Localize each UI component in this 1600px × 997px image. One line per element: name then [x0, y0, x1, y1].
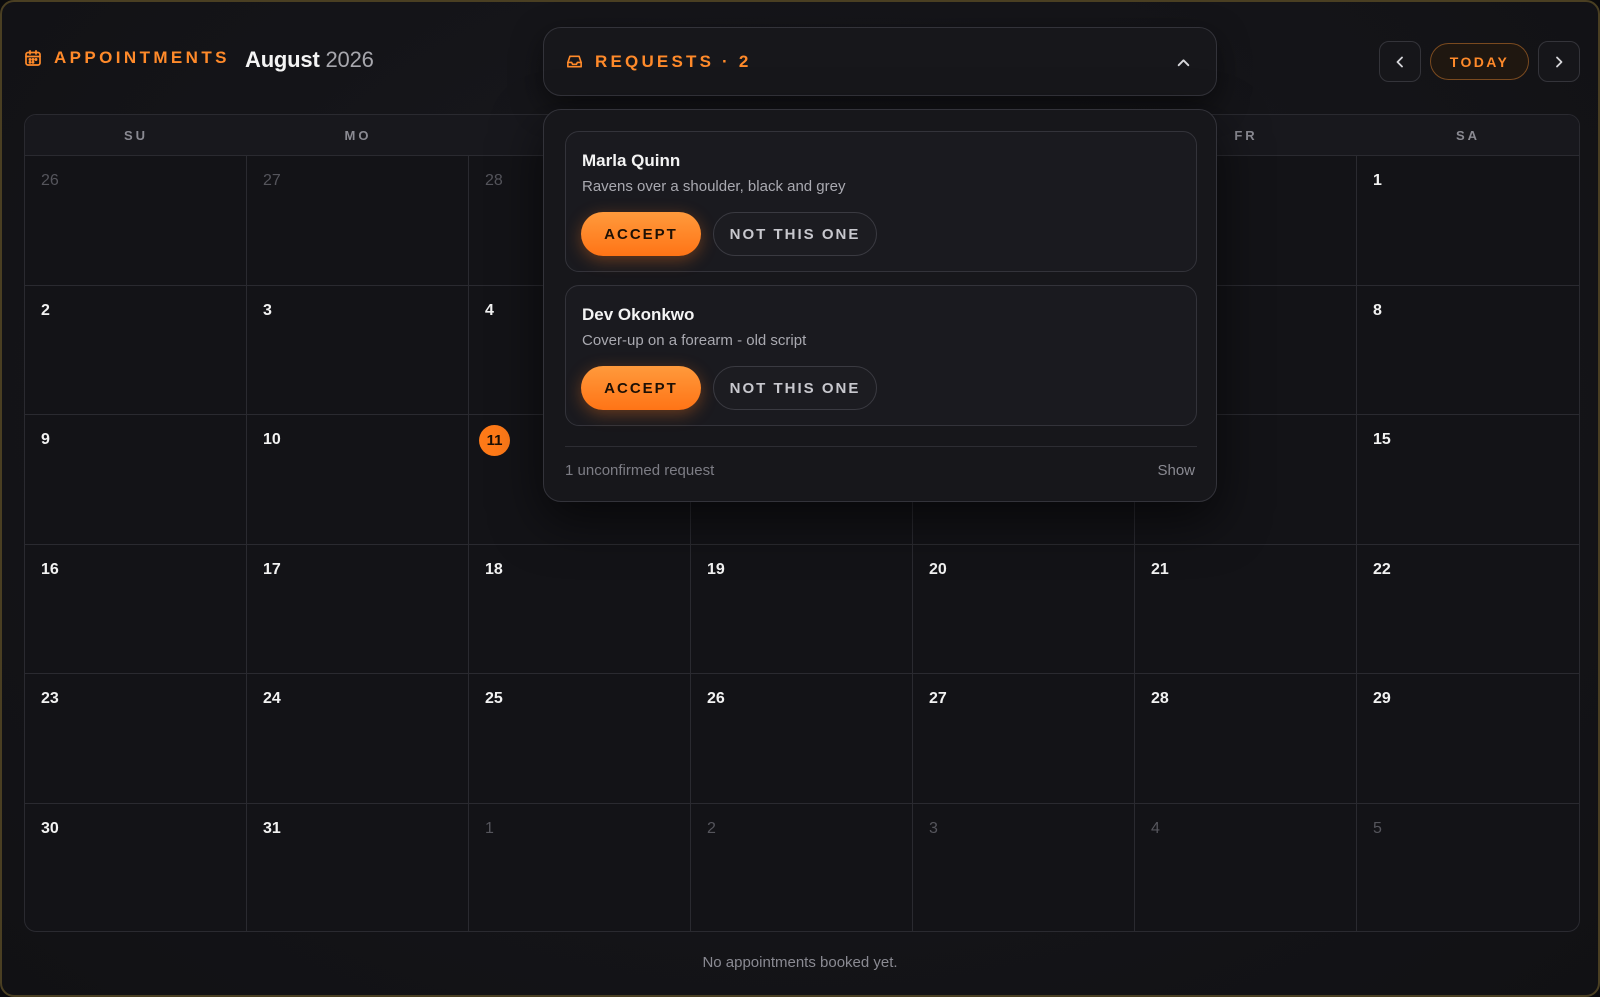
day-number: 3	[929, 819, 938, 837]
day-number: 25	[485, 690, 503, 707]
accept-button[interactable]: ACCEPT	[581, 366, 701, 410]
day-number: 4	[1151, 819, 1160, 837]
month-title: August 2026	[245, 47, 374, 73]
day-number: 10	[263, 431, 281, 448]
client-name: Dev Okonkwo	[582, 305, 695, 324]
show-unconfirmed-link[interactable]: Show	[1157, 462, 1195, 479]
day-number: 19	[707, 560, 725, 578]
day-number: 17	[263, 560, 281, 578]
day-number: 22	[1373, 560, 1391, 578]
weekday-label: MO	[344, 128, 372, 143]
day-number: 30	[41, 819, 59, 837]
day-cell[interactable]: 5	[1357, 804, 1579, 932]
calendar-icon	[25, 49, 41, 66]
month-name: August	[245, 47, 320, 72]
day-cell[interactable]: 29	[1357, 674, 1579, 804]
day-number: 24	[263, 690, 281, 707]
day-number: 15	[1373, 431, 1391, 448]
day-cell[interactable]: 28	[1135, 674, 1357, 804]
decline-button[interactable]: NOT THIS ONE	[713, 212, 877, 256]
day-number: 5	[1373, 819, 1382, 837]
divider	[565, 446, 1197, 447]
day-cell[interactable]: 20	[913, 544, 1135, 674]
day-cell[interactable]: 9	[25, 415, 247, 545]
day-cell[interactable]: 19	[691, 544, 913, 674]
app-window: APPOINTMENTS August 2026 TODAY SUMOTUWET…	[0, 0, 1600, 997]
weekday-label: SA	[1455, 128, 1481, 143]
day-number: 16	[41, 560, 59, 578]
inbox-icon	[567, 55, 582, 68]
request-card: Dev Okonkwo Cover-up on a forearm - old …	[565, 285, 1197, 426]
day-cell[interactable]: 16	[25, 544, 247, 674]
day-cell[interactable]: 26	[691, 674, 913, 804]
day-cell[interactable]: 26	[25, 156, 247, 286]
day-cell[interactable]: 17	[247, 544, 469, 674]
request-description: Cover-up on a forearm - old script	[582, 332, 807, 349]
decline-button[interactable]: NOT THIS ONE	[713, 366, 877, 410]
day-cell[interactable]: 4	[1135, 803, 1357, 931]
day-cell[interactable]: 21	[1135, 544, 1357, 674]
empty-state-text: No appointments booked yet.	[702, 954, 898, 971]
chevron-left-icon	[1396, 56, 1403, 67]
unconfirmed-count: 1 unconfirmed request	[565, 462, 715, 479]
day-cell[interactable]: 24	[247, 674, 469, 804]
accept-button[interactable]: ACCEPT	[581, 212, 701, 256]
requests-title: REQUESTS · 2	[595, 52, 752, 71]
day-number: 2	[707, 819, 716, 837]
day-cell[interactable]: 30	[25, 803, 247, 931]
today-button[interactable]: TODAY	[1430, 43, 1529, 80]
day-cell[interactable]: 1	[1357, 156, 1579, 286]
chevron-up-icon	[1177, 59, 1190, 67]
day-number: 20	[929, 560, 947, 578]
day-cell[interactable]: 8	[1357, 286, 1579, 415]
day-cell[interactable]: 2	[25, 285, 247, 415]
day-cell[interactable]: 22	[1357, 545, 1579, 674]
day-number: 2	[41, 301, 50, 319]
day-cell[interactable]: 15	[1357, 415, 1579, 545]
day-number: 8	[1373, 301, 1382, 319]
day-number: 1	[485, 819, 494, 837]
day-number: 9	[41, 431, 50, 448]
day-number: 27	[263, 172, 281, 189]
day-number: 26	[707, 690, 725, 707]
weekday-label: SU	[123, 128, 149, 143]
chevron-right-icon	[1556, 56, 1563, 67]
request-card: Marla Quinn Ravens over a shoulder, blac…	[565, 131, 1197, 272]
next-month-button[interactable]	[1538, 41, 1580, 82]
brand-label: APPOINTMENTS	[54, 48, 230, 67]
day-cell[interactable]: 23	[25, 674, 247, 804]
day-number: 3	[263, 301, 272, 319]
day-cell[interactable]: 1	[469, 803, 691, 931]
day-cell[interactable]: 31	[247, 803, 469, 931]
day-cell[interactable]: 2	[691, 803, 913, 931]
day-number: 21	[1151, 560, 1169, 578]
prev-month-button[interactable]	[1379, 41, 1421, 82]
day-cell[interactable]: 10	[247, 415, 469, 545]
day-number: 11	[479, 425, 510, 456]
requests-toggle[interactable]: REQUESTS · 2	[543, 27, 1217, 96]
day-cell[interactable]: 3	[247, 285, 469, 415]
day-cell[interactable]: 27	[247, 156, 469, 286]
day-cell[interactable]: 27	[913, 674, 1135, 804]
year: 2026	[325, 47, 374, 72]
day-number: 23	[41, 690, 59, 707]
client-name: Marla Quinn	[582, 151, 681, 170]
day-number: 26	[41, 172, 59, 189]
request-description: Ravens over a shoulder, black and grey	[582, 178, 846, 195]
day-number: 18	[485, 560, 503, 578]
day-number: 28	[485, 172, 503, 189]
requests-panel: Marla Quinn Ravens over a shoulder, blac…	[543, 109, 1217, 502]
day-number: 4	[485, 301, 494, 319]
day-number: 1	[1373, 172, 1382, 189]
day-cell[interactable]: 25	[469, 674, 691, 804]
day-number: 29	[1373, 690, 1391, 707]
day-number: 27	[929, 690, 947, 707]
day-number: 28	[1151, 690, 1169, 707]
day-cell[interactable]: 18	[469, 544, 691, 674]
brand: APPOINTMENTS	[24, 48, 230, 68]
day-cell[interactable]: 3	[913, 803, 1135, 931]
day-number: 31	[263, 819, 281, 837]
